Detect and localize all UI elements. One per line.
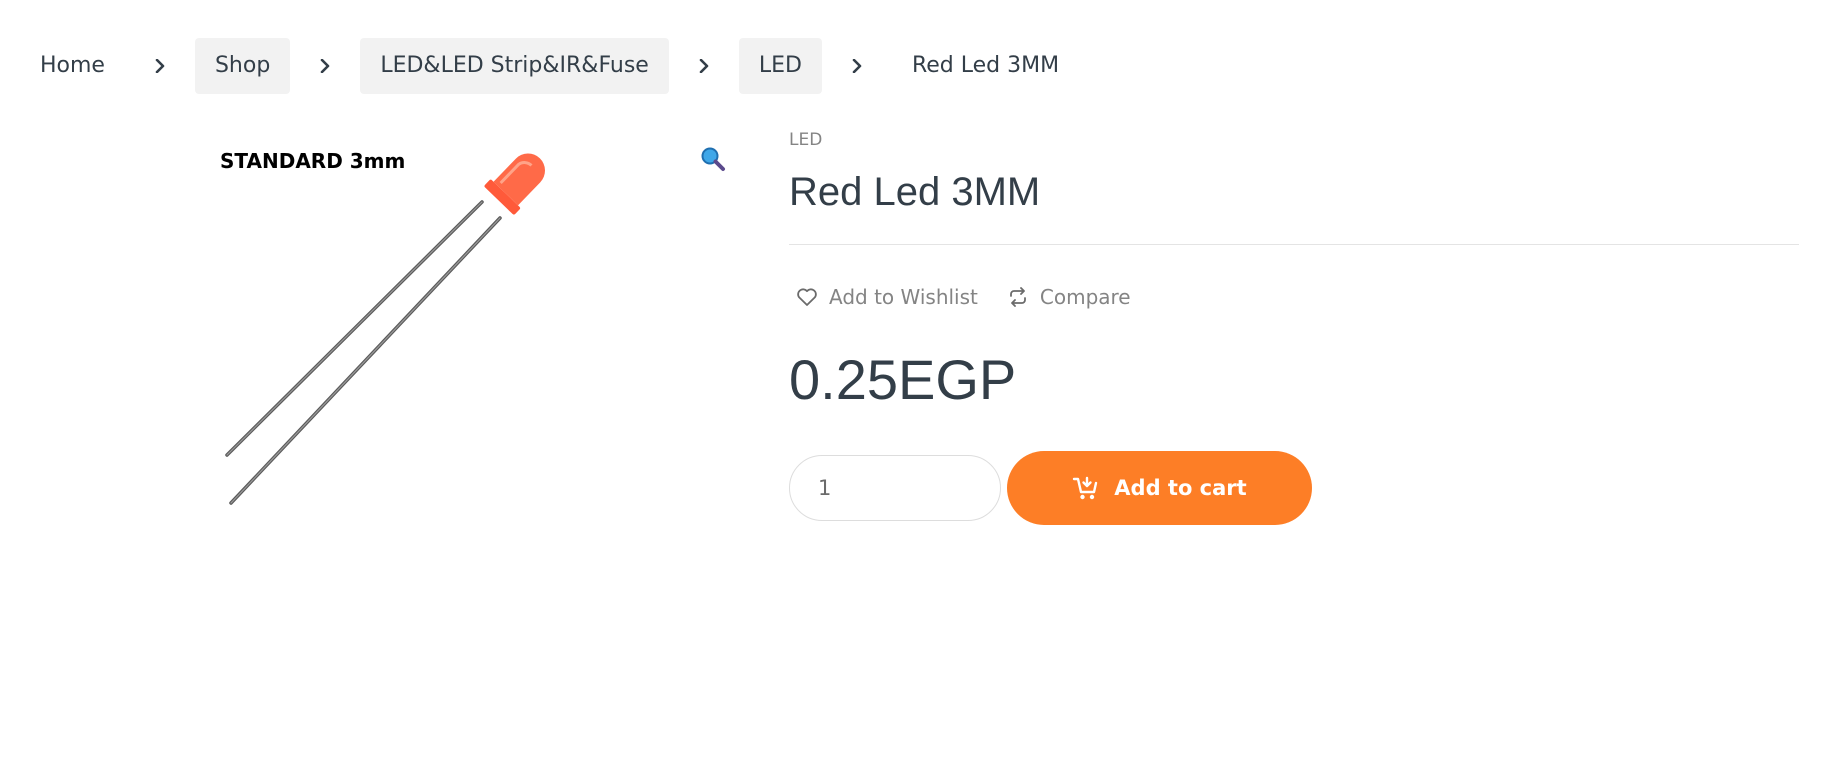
- breadcrumb-home-link[interactable]: Home: [20, 38, 125, 94]
- breadcrumb-current: Red Led 3MM: [911, 53, 1060, 78]
- breadcrumb: Home Shop LED&LED Strip&IR&Fuse LED Red …: [20, 38, 1079, 94]
- product-actions: Add to Wishlist Compare: [789, 283, 1799, 311]
- product-gallery: STANDARD 3mm: [180, 120, 740, 560]
- chevron-right-icon: [125, 38, 195, 94]
- product-price: 0.25EGP: [789, 348, 1017, 411]
- compare-label: Compare: [1039, 285, 1131, 309]
- breadcrumb-subcategory-link[interactable]: LED: [738, 38, 822, 94]
- add-to-wishlist-button[interactable]: Add to Wishlist: [789, 285, 978, 309]
- add-to-cart-label: Add to cart: [1114, 476, 1247, 500]
- wishlist-label: Add to Wishlist: [829, 285, 978, 309]
- product-category-link[interactable]: LED: [789, 130, 822, 150]
- product-image[interactable]: STANDARD 3mm: [180, 120, 600, 520]
- compare-arrows-icon: [1009, 287, 1026, 307]
- chevron-right-icon: [290, 38, 360, 94]
- heart-icon: [797, 288, 817, 306]
- magnifier-icon[interactable]: [700, 146, 726, 172]
- divider: [789, 244, 1799, 245]
- chevron-right-icon: [669, 38, 739, 94]
- quantity-input[interactable]: [789, 455, 1001, 521]
- breadcrumb-shop-link[interactable]: Shop: [194, 38, 291, 94]
- add-to-cart-form: Add to cart: [789, 451, 1799, 525]
- cart-add-icon: [1073, 476, 1098, 500]
- chevron-right-icon: [822, 38, 892, 94]
- image-caption: STANDARD 3mm: [220, 149, 405, 173]
- breadcrumb-category-link[interactable]: LED&LED Strip&IR&Fuse: [360, 38, 669, 94]
- product-summary: LED Red Led 3MM Add to Wishlist Compare …: [789, 120, 1799, 525]
- product-title: Red Led 3MM: [789, 170, 1041, 214]
- compare-button[interactable]: Compare: [1000, 285, 1131, 309]
- add-to-cart-button[interactable]: Add to cart: [1007, 451, 1312, 525]
